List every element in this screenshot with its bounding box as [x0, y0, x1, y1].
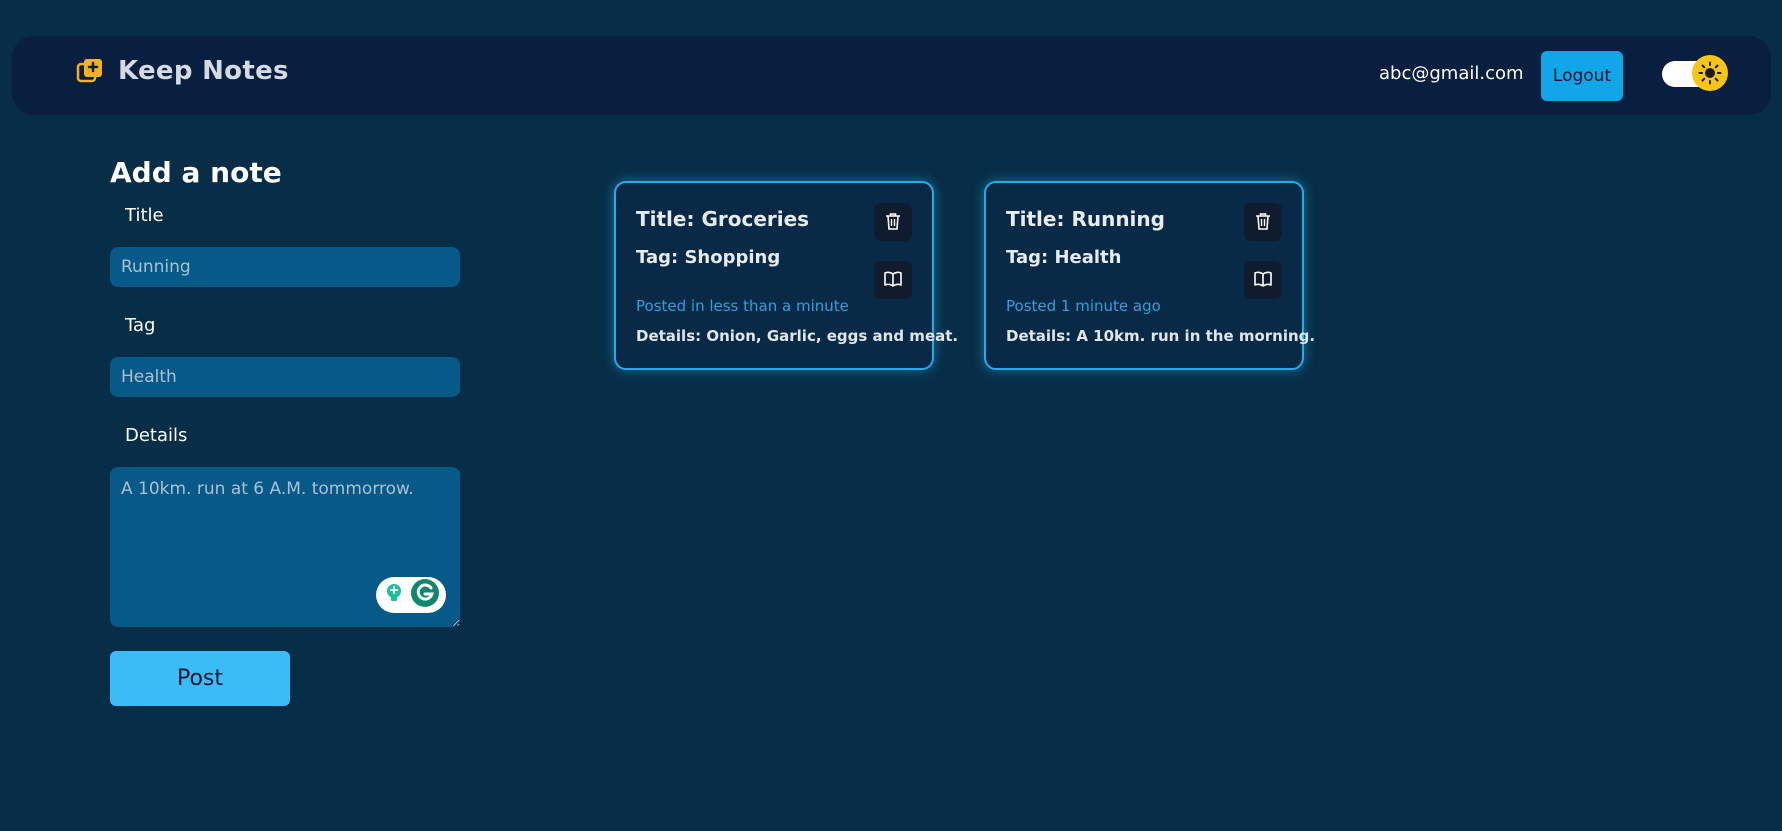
note-timestamp: Posted 1 minute ago [1006, 297, 1161, 315]
post-button[interactable]: Post [110, 651, 290, 706]
note-tag: Tag: Shopping [636, 247, 781, 268]
note-card: Title: Groceries Tag: Shopping Posted in… [614, 181, 958, 370]
brand[interactable]: Keep Notes [76, 56, 289, 86]
user-email: abc@gmail.com [1379, 63, 1524, 84]
theme-toggle[interactable] [1662, 55, 1728, 91]
note-details: Details: A 10km. run in the morning. [1006, 327, 1316, 345]
book-open-icon [884, 271, 902, 290]
navbar: Keep Notes abc@gmail.com Logout [12, 36, 1771, 115]
delete-note-button[interactable] [1244, 203, 1282, 241]
tag-label: Tag [125, 315, 156, 336]
open-note-button[interactable] [1244, 261, 1282, 299]
note-tag: Tag: Health [1006, 247, 1122, 268]
add-note-form: Add a note Title Tag Details A 10km. run… [110, 156, 460, 706]
grammar-assistant-widget[interactable] [376, 577, 446, 613]
delete-note-button[interactable] [874, 203, 912, 241]
note-timestamp: Posted in less than a minute [636, 297, 849, 315]
trash-icon [1255, 212, 1271, 233]
details-wrapper: A 10km. run at 6 A.M. tommorrow. [110, 467, 460, 627]
open-note-button[interactable] [874, 261, 912, 299]
sun-icon [1692, 55, 1728, 91]
book-open-icon [1254, 271, 1272, 290]
trash-icon [885, 212, 901, 233]
title-input[interactable] [110, 247, 460, 287]
title-label: Title [125, 205, 164, 226]
grammarly-icon[interactable] [410, 578, 440, 612]
tag-input[interactable] [110, 357, 460, 397]
note-title: Title: Groceries [636, 207, 810, 231]
lightbulb-icon[interactable] [382, 581, 406, 609]
add-note-heading: Add a note [110, 156, 282, 189]
note-details: Details: Onion, Garlic, eggs and meat. [636, 327, 959, 345]
note-title: Title: Running [1006, 207, 1165, 231]
brand-title: Keep Notes [118, 56, 289, 86]
details-label: Details [125, 425, 188, 446]
note-plus-icon [76, 57, 104, 85]
logout-button[interactable]: Logout [1541, 51, 1623, 101]
note-card: Title: Running Tag: Health Posted 1 minu… [984, 181, 1315, 370]
